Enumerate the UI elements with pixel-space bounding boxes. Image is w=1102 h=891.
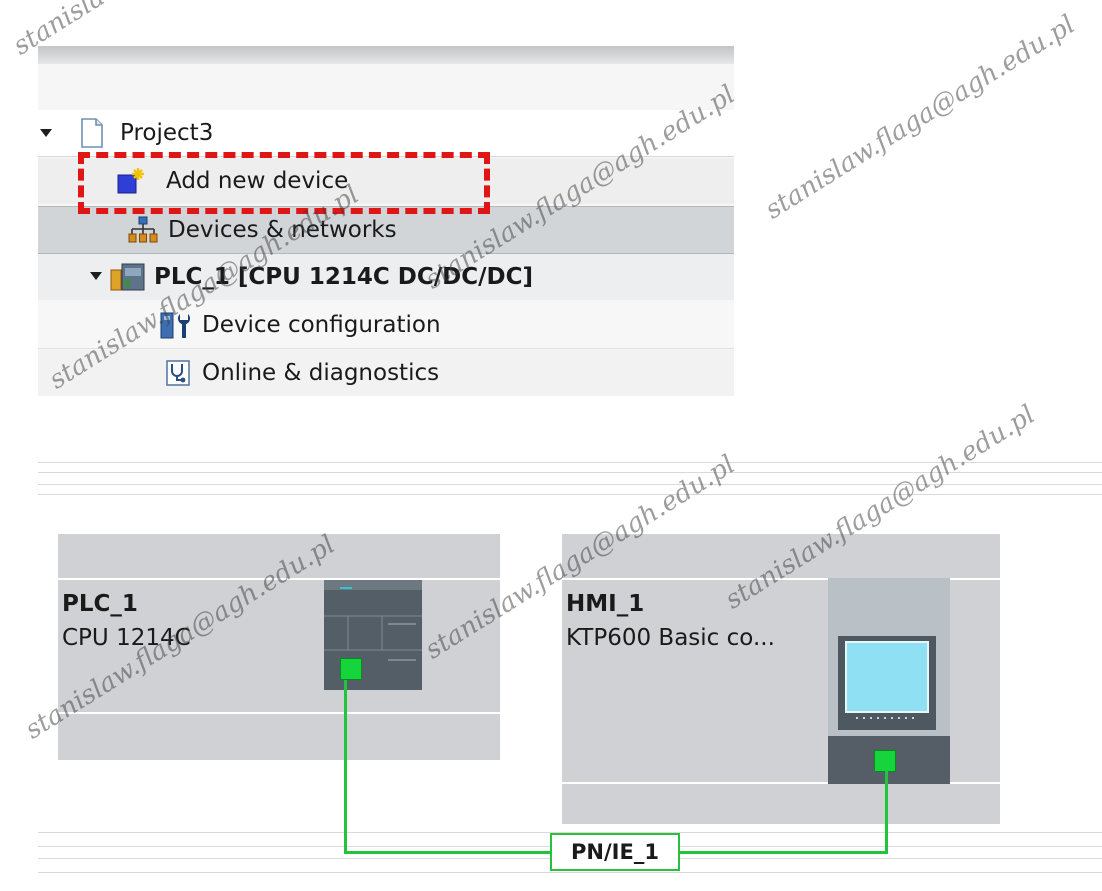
watermark: stanislaw.flaga@agh.edu.pl [760, 9, 1081, 226]
online-diagnostics-label: Online & diagnostics [202, 360, 440, 386]
grid-line [38, 872, 1102, 873]
hmi-device-box[interactable]: HMI_1 KTP600 Basic co... [562, 534, 1000, 824]
plc-device-box[interactable]: PLC_1 CPU 1214C [58, 534, 500, 760]
tree-item-device-configuration[interactable]: Device configuration [38, 302, 734, 349]
grid-line [38, 472, 1102, 473]
ethernet-wire-hmi[interactable] [885, 770, 888, 854]
tree-header-bar [38, 46, 734, 64]
tree-item-project[interactable]: Project3 [38, 110, 734, 157]
plc-device-model: CPU 1214C [62, 625, 191, 651]
stethoscope-icon [166, 360, 190, 386]
project-label: Project3 [120, 120, 214, 146]
plc-device-name: PLC_1 [62, 591, 138, 617]
grid-line [38, 462, 1102, 463]
project-document-icon [81, 118, 103, 148]
device-separator [58, 578, 500, 580]
subnet-label[interactable]: PN/IE_1 [550, 833, 680, 871]
hmi-profinet-port[interactable] [874, 750, 896, 772]
plc-hardware-icon [324, 580, 422, 690]
network-icon [128, 216, 158, 243]
device-configuration-label: Device configuration [202, 312, 441, 338]
plc-icon [110, 263, 145, 291]
hmi-device-name: HMI_1 [566, 591, 645, 617]
grid-line [38, 484, 1102, 485]
ethernet-wire-plc[interactable] [344, 680, 347, 854]
hmi-device-model: KTP600 Basic co... [566, 625, 775, 651]
grid-line [38, 494, 1102, 495]
selection-highlight-box [78, 152, 490, 214]
device-configuration-icon [160, 312, 190, 339]
expand-arrow-icon[interactable] [40, 129, 52, 137]
expand-arrow-icon[interactable] [90, 272, 102, 280]
plc-profinet-port[interactable] [340, 658, 362, 680]
device-separator [58, 712, 500, 714]
devices-networks-label: Devices & networks [168, 217, 397, 243]
tree-item-online-diagnostics[interactable]: Online & diagnostics [38, 350, 734, 396]
tree-item-plc[interactable]: PLC_1 [CPU 1214C DC/DC/DC] [38, 254, 734, 300]
plc-node-label: PLC_1 [CPU 1214C DC/DC/DC] [154, 264, 533, 290]
